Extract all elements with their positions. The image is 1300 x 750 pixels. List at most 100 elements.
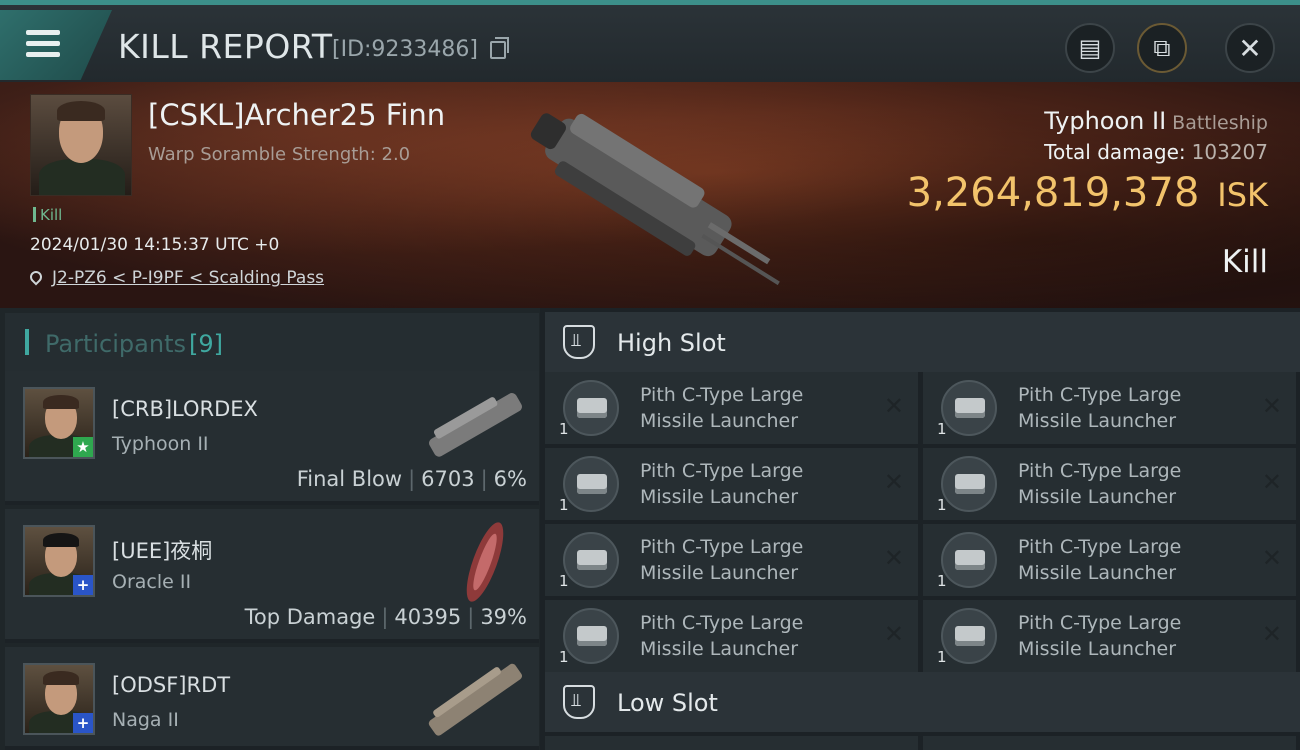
low-slot-title: Low Slot (617, 689, 718, 717)
module-name-line-2: Missile Launcher (640, 486, 799, 508)
module-item[interactable]: 1 Pith C-Type Large Missile Launcher ✕ (545, 448, 918, 520)
participant-damage: 40395 (394, 605, 462, 629)
menu-button[interactable] (0, 10, 112, 80)
module-name-line-1: Pith C-Type Large (640, 536, 804, 558)
module-name-line-1: Pith C-Type Large (640, 384, 804, 406)
warp-scramble-strength: Warp Soramble Strength: 2.0 (148, 144, 411, 165)
module-name-line-2: Missile Launcher (640, 562, 799, 584)
module-item[interactable]: 1 Pith C-Type Large Missile Launcher ✕ (923, 372, 1296, 444)
participant-row[interactable]: + [ODSF]RDT Naga II (5, 647, 539, 750)
module-quantity: 1 (559, 572, 569, 590)
clipboard-button[interactable]: ▤ (1065, 23, 1115, 73)
close-button[interactable]: ✕ (1225, 23, 1275, 73)
participant-stats: Final Blow | 6703 | 6% (296, 467, 527, 491)
kill-tag: Kill (33, 206, 62, 224)
module-name-line-2: Missile Launcher (1018, 638, 1177, 660)
participant-percent: 6% (493, 467, 527, 491)
victim-ship-name[interactable]: Typhoon II (1044, 107, 1166, 135)
module-name: Pith C-Type Large Missile Launcher (640, 610, 870, 662)
launcher-block (577, 626, 607, 646)
launcher-block (577, 550, 607, 570)
share-button[interactable]: ⧉ (1137, 23, 1187, 73)
participant-damage: 6703 (421, 467, 475, 491)
launcher-block (577, 398, 607, 418)
high-slot-title: High Slot (617, 329, 726, 357)
copy-icon[interactable] (490, 37, 509, 59)
module-name: Pith C-Type Large Missile Launcher (1018, 534, 1248, 586)
victim-ship-line: Typhoon II Battleship (1044, 107, 1268, 135)
participant-stats: Top Damage | 40395 | 39% (244, 605, 527, 629)
plus-badge-icon: + (73, 713, 93, 733)
participant-ship: Naga II (112, 709, 179, 731)
module-item-partial[interactable] (545, 736, 918, 750)
avatar-suit (39, 159, 125, 195)
location-link[interactable]: J2-PZ6 < P-I9PF < Scalding Pass (27, 268, 325, 288)
launcher-block (955, 398, 985, 418)
location-pin-icon (27, 268, 45, 286)
kill-datetime: 2024/01/30 14:15:37 UTC +0 (30, 235, 280, 255)
victim-avatar[interactable] (30, 94, 132, 196)
missile-launcher-icon (563, 608, 619, 664)
module-name: Pith C-Type Large Missile Launcher (640, 534, 870, 586)
module-name-line-2: Missile Launcher (1018, 486, 1177, 508)
participant-avatar[interactable]: + (23, 663, 95, 735)
participant-row[interactable]: + [UEE]夜桐 Oracle II Top Damage | 40395 | 39% (5, 509, 539, 643)
module-name-line-1: Pith C-Type Large (1018, 460, 1182, 482)
participant-row[interactable]: ★ [CRB]LORDEX Typhoon II Final Blow | 6703… (5, 371, 539, 505)
menu-icon (26, 30, 60, 35)
module-name-line-1: Pith C-Type Large (640, 612, 804, 634)
star-badge-icon: ★ (73, 437, 93, 457)
victim-ship-class: Battleship (1172, 112, 1268, 134)
kill-result-label: Kill (1221, 244, 1268, 280)
missile-launcher-icon (563, 532, 619, 588)
destroyed-x-icon: ✕ (883, 392, 904, 420)
destroyed-x-icon: ✕ (1261, 468, 1282, 496)
module-item[interactable]: 1 Pith C-Type Large Missile Launcher ✕ (545, 372, 918, 444)
module-name-line-1: Pith C-Type Large (1018, 384, 1182, 406)
module-item[interactable]: 1 Pith C-Type Large Missile Launcher ✕ (923, 448, 1296, 520)
avatar-hair (43, 395, 79, 409)
fitting-panel: High Slot 1 Pith C-Type Large Missile Lau… (540, 308, 1300, 750)
low-slot-header[interactable]: Low Slot (545, 672, 1300, 732)
destroyed-x-icon: ✕ (883, 620, 904, 648)
module-quantity: 1 (559, 648, 569, 666)
participants-header: Participants [9] (5, 313, 539, 371)
participant-avatar[interactable]: ★ (23, 387, 95, 459)
module-item[interactable]: 1 Pith C-Type Large Missile Launcher ✕ (923, 600, 1296, 672)
module-name: Pith C-Type Large Missile Launcher (640, 458, 870, 510)
participant-avatar[interactable]: + (23, 525, 95, 597)
module-name-line-2: Missile Launcher (1018, 562, 1177, 584)
destroyed-x-icon: ✕ (1261, 544, 1282, 572)
isk-unit: ISK (1217, 176, 1268, 214)
module-quantity: 1 (937, 572, 947, 590)
participant-name: [ODSF]RDT (112, 673, 231, 697)
share-icon: ⧉ (1153, 34, 1171, 62)
module-name-line-1: Pith C-Type Large (1018, 536, 1182, 558)
launcher-block (955, 474, 985, 494)
location-text: J2-PZ6 < P-I9PF < Scalding Pass (52, 268, 325, 288)
high-slot-icon (563, 325, 595, 359)
module-item-partial[interactable] (923, 736, 1296, 750)
launcher-block (955, 626, 985, 646)
missile-launcher-icon (941, 608, 997, 664)
avatar-hair (43, 671, 79, 685)
menu-icon-bar (26, 41, 60, 46)
total-damage-label: Total damage: (1044, 140, 1186, 164)
module-name-line-1: Pith C-Type Large (1018, 612, 1182, 634)
module-item[interactable]: 1 Pith C-Type Large Missile Launcher ✕ (545, 600, 918, 672)
total-damage: Total damage: 103207 (1044, 140, 1268, 164)
menu-icon-bar (26, 52, 60, 57)
module-name-line-2: Missile Launcher (640, 410, 799, 432)
ship-hull (429, 393, 522, 457)
module-name-line-2: Missile Launcher (640, 638, 799, 660)
module-item[interactable]: 1 Pith C-Type Large Missile Launcher ✕ (545, 524, 918, 596)
participant-ship-image (428, 663, 523, 736)
victim-name[interactable]: [CSKL]Archer25 Finn (148, 98, 445, 132)
plus-badge-icon: + (73, 575, 93, 595)
high-slot-header[interactable]: High Slot (545, 312, 1300, 372)
low-slot-icon (563, 685, 595, 719)
victim-banner: [CSKL]Archer25 Finn Warp Soramble Streng… (0, 82, 1300, 308)
participants-count: [9] (189, 330, 223, 358)
module-item[interactable]: 1 Pith C-Type Large Missile Launcher ✕ (923, 524, 1296, 596)
participants-title: Participants (45, 330, 186, 358)
